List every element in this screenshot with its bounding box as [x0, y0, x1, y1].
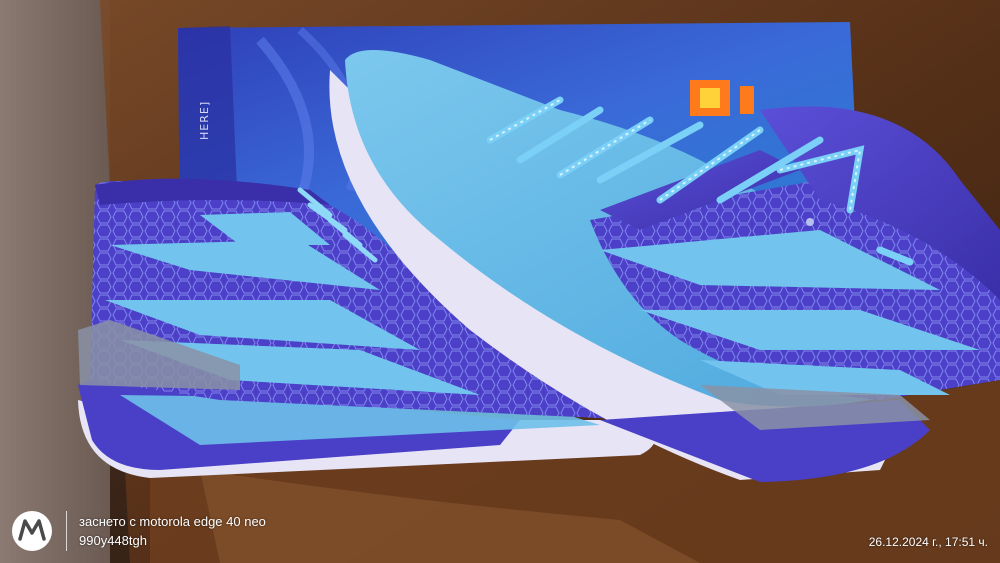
camera-watermark: заснето с motorola edge 40 neo 990y448tg… — [10, 509, 266, 553]
box-side-text: HERE] — [198, 100, 211, 140]
scene-illustration — [0, 0, 1000, 563]
watermark-divider — [66, 511, 67, 551]
watermark-line-1: заснето с motorola edge 40 neo — [79, 514, 266, 529]
watermark-line-2: 990y448tgh — [79, 533, 147, 548]
motorola-logo-icon — [12, 511, 52, 551]
photo-timestamp: 26.12.2024 г., 17:51 ч. — [868, 535, 988, 549]
photo: HERE] заснето с motorola edge 40 neo 990… — [0, 0, 1000, 563]
watermark-text: заснето с motorola edge 40 neo 990y448tg… — [79, 514, 266, 548]
